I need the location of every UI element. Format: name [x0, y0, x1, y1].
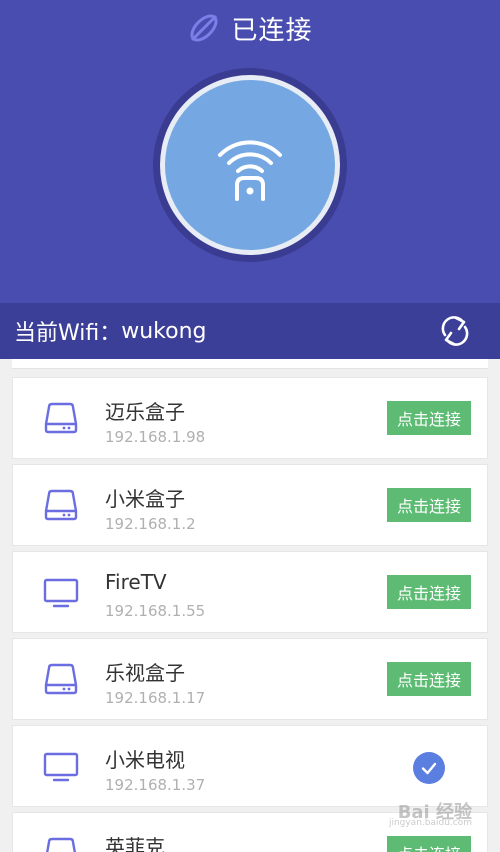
wifi-label: 当前Wifi：	[14, 321, 122, 346]
device-name: 迈乐盒子	[105, 400, 185, 424]
device-name: 小米盒子	[105, 487, 185, 511]
tv-icon	[43, 578, 79, 608]
device-ip: 192.168.1.37	[105, 776, 206, 794]
connect-button[interactable]: 点击连接	[387, 401, 471, 435]
list-item[interactable]: 小米电视 192.168.1.37	[12, 725, 488, 807]
watermark-sub: jingyan.baidu.com	[388, 818, 472, 828]
list-item[interactable]: FireTV 192.168.1.55 点击连接	[12, 551, 488, 633]
device-ip: 192.168.1.55	[105, 602, 206, 620]
device-ip: 192.168.1.98	[105, 428, 206, 446]
wifi-device-icon	[218, 140, 282, 201]
device-name: FireTV	[105, 570, 167, 594]
refresh-icon[interactable]	[436, 312, 474, 350]
connect-circle-button[interactable]	[165, 80, 335, 250]
connect-button[interactable]: 点击连接	[387, 662, 471, 696]
connected-check-icon	[413, 752, 445, 784]
device-name: 小米电视	[105, 748, 185, 772]
connection-status: 已连接	[231, 15, 313, 46]
device-list: 迈乐盒子 192.168.1.98 点击连接 小米盒子 192.168.1.2 …	[0, 359, 500, 852]
box-icon	[44, 663, 78, 695]
connect-button[interactable]: 点击连接	[387, 488, 471, 522]
list-item[interactable]: 乐视盒子 192.168.1.17 点击连接	[12, 638, 488, 720]
box-icon	[44, 489, 78, 521]
list-item[interactable]: 迈乐盒子 192.168.1.98 点击连接	[12, 377, 488, 459]
list-item-partial	[12, 359, 488, 369]
device-name: 乐视盒子	[105, 661, 185, 685]
header: 已连接	[0, 0, 500, 303]
device-ip: 192.168.1.2	[105, 515, 196, 533]
current-wifi-bar: 当前Wifi： wukong	[0, 303, 500, 359]
box-icon	[46, 837, 76, 852]
wifi-ssid: wukong	[121, 318, 207, 344]
connect-button[interactable]: 点击连接	[387, 575, 471, 609]
status-row: 已连接	[0, 8, 500, 48]
tv-icon	[43, 752, 79, 782]
device-name: 英菲克	[105, 835, 165, 852]
list-item[interactable]: 小米盒子 192.168.1.2 点击连接	[12, 464, 488, 546]
device-ip: 192.168.1.17	[105, 689, 206, 707]
baidu-watermark: Bai 经验 jingyan.baidu.com	[380, 798, 472, 828]
link-icon	[190, 14, 219, 42]
box-icon	[44, 402, 78, 434]
connect-button[interactable]: 点击连接	[387, 836, 471, 852]
